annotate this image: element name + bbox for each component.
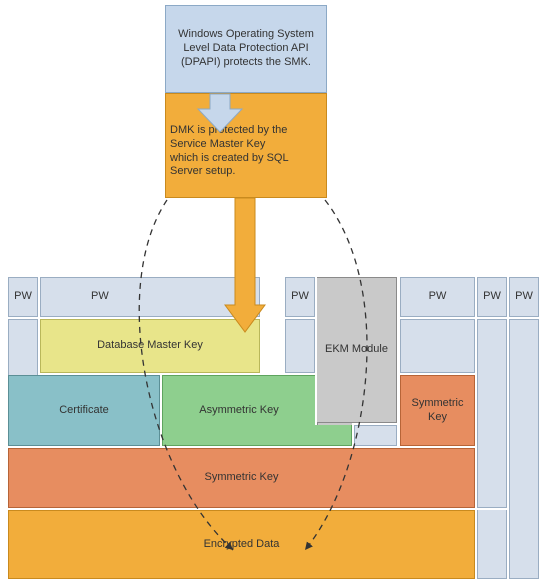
pale-slot-mid	[354, 425, 397, 446]
pw-label-2: PW	[91, 290, 109, 304]
encrypted-data-box: Encrypted Data	[8, 510, 475, 579]
pw-label-3: PW	[291, 290, 309, 304]
pale-col-5b	[477, 510, 507, 579]
sym-wide-label: Symmetric Key	[205, 471, 279, 485]
pale-col-5	[477, 319, 507, 508]
dpapi-box: Windows Operating System Level Data Prot…	[165, 5, 327, 93]
pw-label-4: PW	[429, 290, 447, 304]
pw-box-1: PW	[8, 277, 38, 317]
pw-box-4: PW	[400, 277, 475, 317]
smk-box: DMK is protected by the Service Master K…	[165, 93, 327, 198]
sym-wide-box: Symmetric Key	[8, 448, 475, 508]
pale-slot-3a	[285, 319, 315, 373]
encryption-hierarchy-diagram: Windows Operating System Level Data Prot…	[0, 0, 547, 587]
pw-label-6: PW	[515, 290, 533, 304]
certificate-box: Certificate	[8, 375, 160, 446]
dmk-label: Database Master Key	[97, 339, 203, 353]
sym-small-box: Symmetric Key	[400, 375, 475, 446]
asym-label: Asymmetric Key	[199, 404, 278, 418]
pw-label-1: PW	[14, 290, 32, 304]
pw-box-3: PW	[285, 277, 315, 317]
smk-label: DMK is protected by the Service Master K…	[170, 124, 290, 179]
pw-label-5: PW	[483, 290, 501, 304]
encrypted-data-label: Encrypted Data	[204, 538, 280, 552]
sym-small-label: Symmetric Key	[405, 397, 470, 425]
dpapi-label: Windows Operating System Level Data Prot…	[170, 28, 322, 69]
pale-slot-4a	[400, 319, 475, 373]
certificate-label: Certificate	[59, 404, 109, 418]
asym-stem	[162, 425, 352, 446]
dmk-box: Database Master Key	[40, 319, 260, 373]
ekm-box: EKM Module	[317, 277, 397, 423]
ekm-label: EKM Module	[325, 343, 388, 357]
pw-box-2: PW	[40, 277, 260, 317]
pw-box-5: PW	[477, 277, 507, 317]
pale-col-6	[509, 319, 539, 579]
pw-box-6: PW	[509, 277, 539, 317]
